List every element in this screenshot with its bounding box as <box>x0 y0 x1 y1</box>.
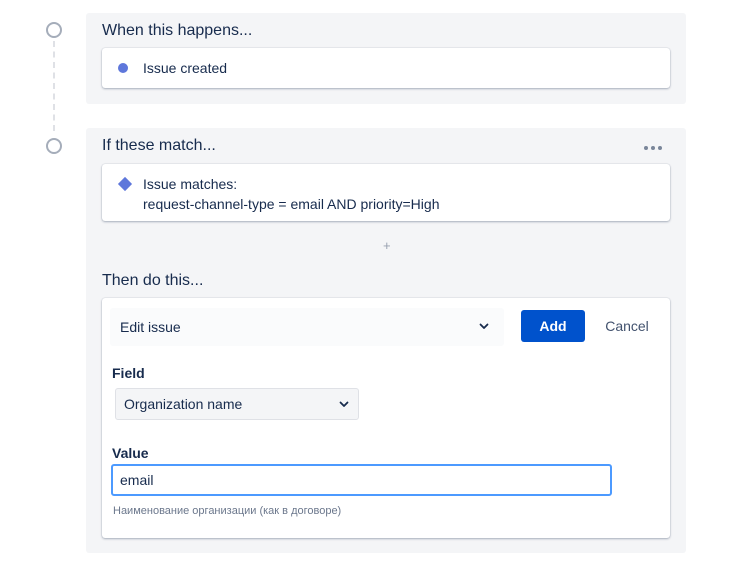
value-label: Value <box>112 445 149 461</box>
chevron-down-icon <box>479 323 489 329</box>
dot-icon <box>118 63 128 73</box>
add-button[interactable]: Add <box>521 310 585 342</box>
action-type-select[interactable]: Edit issue <box>110 308 504 346</box>
rule-editor: When this happens... Issue created If th… <box>0 0 730 565</box>
trigger-panel: When this happens... Issue created <box>86 13 686 104</box>
timeline-node-trigger <box>46 22 62 38</box>
chevron-down-icon <box>339 401 349 407</box>
condition-item-title: Issue matches: <box>143 176 238 192</box>
field-select[interactable]: Organization name <box>115 388 359 420</box>
field-label: Field <box>112 365 145 381</box>
timeline-connector <box>53 41 55 131</box>
trigger-item-card[interactable]: Issue created <box>102 48 670 88</box>
action-heading: Then do this... <box>102 272 204 289</box>
timeline-node-condition <box>46 138 62 154</box>
condition-heading: If these match... <box>102 137 216 154</box>
trigger-heading: When this happens... <box>102 22 253 39</box>
more-horizontal-icon[interactable] <box>644 146 662 150</box>
condition-item-query: request-channel-type = email AND priorit… <box>143 196 440 212</box>
field-select-value: Organization name <box>124 396 243 412</box>
condition-panel: If these match... Issue matches: request… <box>86 128 686 553</box>
action-type-value: Edit issue <box>120 319 181 335</box>
value-input[interactable]: email <box>111 464 612 496</box>
condition-item-card[interactable]: Issue matches: request-channel-type = em… <box>102 164 670 221</box>
value-hint: Наименование организации (как в договоре… <box>113 505 342 517</box>
add-component-icon[interactable]: + <box>383 238 391 253</box>
action-edit-card: Edit issue Add Cancel Field Organization… <box>102 298 670 538</box>
cancel-button[interactable]: Cancel <box>596 310 658 342</box>
trigger-item-label: Issue created <box>143 60 228 76</box>
diamond-icon <box>117 176 133 192</box>
